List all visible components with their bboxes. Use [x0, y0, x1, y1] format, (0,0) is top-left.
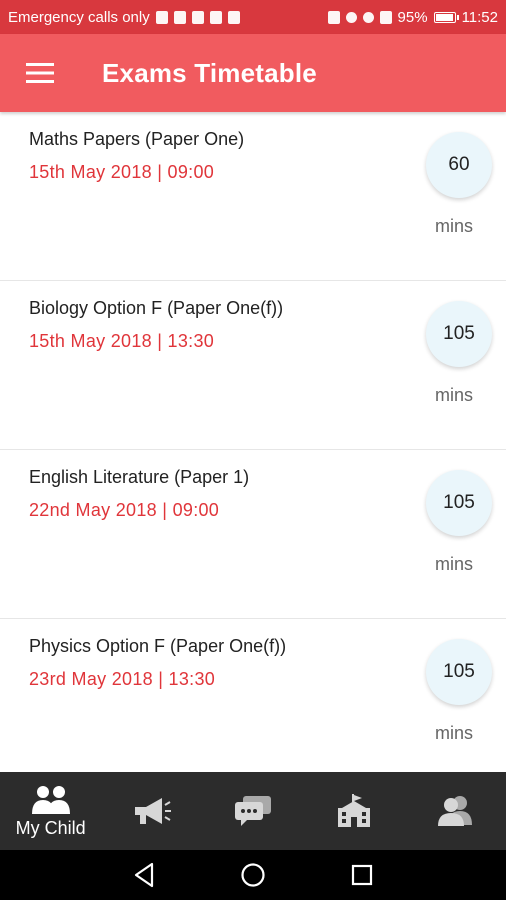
bottom-nav: My Child	[0, 772, 506, 850]
duration-badge: 105	[426, 639, 492, 705]
duration-unit: mins	[435, 723, 474, 743]
menu-button[interactable]	[8, 34, 72, 112]
exam-datetime: 22nd May 2018 | 09:00	[29, 500, 220, 520]
shield-icon	[227, 10, 240, 24]
carrier-text: Emergency calls only	[8, 8, 150, 26]
recents-icon[interactable]	[350, 863, 374, 887]
battery-icon	[433, 11, 459, 23]
duration-unit: mins	[435, 554, 474, 574]
school-building-icon	[338, 794, 371, 827]
clock-time: 11:52	[461, 8, 498, 26]
hamburger-menu-icon	[26, 63, 54, 83]
sim-icon	[379, 10, 392, 24]
nav-school[interactable]	[304, 772, 405, 850]
duration-badge: 60	[426, 132, 492, 198]
duration-unit: mins	[435, 216, 474, 236]
duration-badge: 105	[426, 301, 492, 367]
person-icon	[173, 10, 186, 24]
system-nav-bar	[0, 850, 506, 900]
facebook-icon	[155, 10, 168, 24]
contacts-icon	[438, 796, 473, 826]
exam-item[interactable]: Physics Option F (Paper One(f)) 23rd May…	[0, 619, 506, 772]
exam-item[interactable]: English Literature (Paper 1) 22nd May 20…	[0, 450, 506, 619]
exam-name: English Literature (Paper 1)	[29, 467, 250, 487]
page-title: Exams Timetable	[102, 57, 317, 88]
exam-name: Maths Papers (Paper One)	[29, 129, 245, 149]
my-child-icon	[31, 785, 70, 814]
duration-unit: mins	[435, 385, 474, 405]
exam-item[interactable]: Biology Option F (Paper One(f)) 15th May…	[0, 281, 506, 450]
duration-badge: 105	[426, 470, 492, 536]
megaphone-icon	[134, 798, 171, 824]
nav-contacts[interactable]	[405, 772, 506, 850]
exam-datetime: 23rd May 2018 | 13:30	[29, 669, 216, 689]
wifi-icon	[362, 11, 374, 23]
exam-list[interactable]: Maths Papers (Paper One) 15th May 2018 |…	[0, 112, 506, 772]
status-bar: Emergency calls only 95% 11:52	[0, 0, 506, 34]
vibrate-icon	[345, 11, 357, 23]
exam-datetime: 15th May 2018 | 09:00	[29, 162, 215, 182]
nav-label-my-child: My Child	[15, 817, 86, 838]
mail-icon	[209, 10, 222, 24]
home-icon[interactable]	[240, 862, 266, 888]
exam-name: Physics Option F (Paper One(f))	[29, 636, 287, 656]
nav-messages[interactable]	[202, 772, 303, 850]
exam-item[interactable]: Maths Papers (Paper One) 15th May 2018 |…	[0, 112, 506, 281]
app-bar: Exams Timetable	[0, 34, 506, 112]
back-icon[interactable]	[132, 862, 156, 888]
chat-bubbles-icon	[235, 796, 271, 826]
battery-percent: 95%	[397, 8, 428, 26]
wrench-icon	[191, 10, 204, 24]
nfc-icon	[327, 10, 340, 24]
exam-name: Biology Option F (Paper One(f))	[29, 298, 284, 318]
exam-datetime: 15th May 2018 | 13:30	[29, 331, 215, 351]
nav-my-child[interactable]: My Child	[0, 772, 101, 850]
nav-announcements[interactable]	[101, 772, 202, 850]
